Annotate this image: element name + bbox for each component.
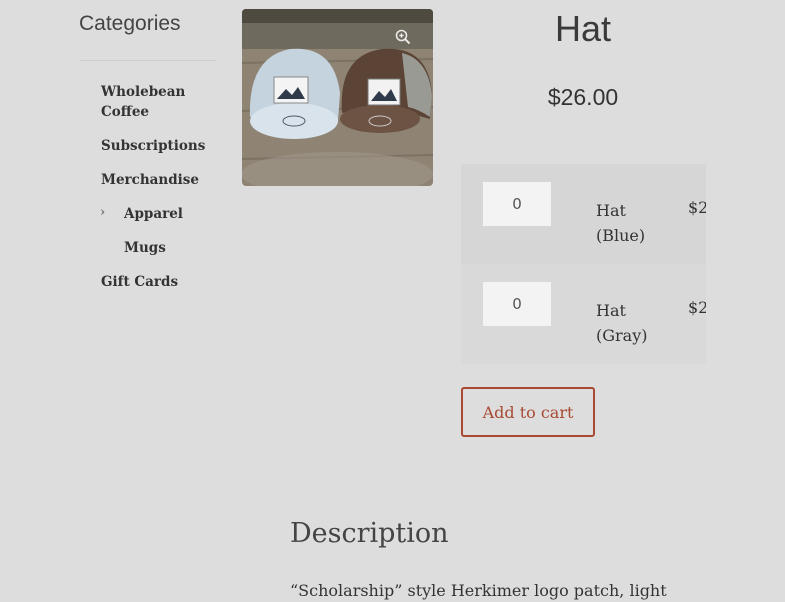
category-apparel[interactable]: › Apparel (100, 203, 221, 224)
product-price: $26.00 (547, 84, 619, 110)
category-wholebean-coffee[interactable]: Wholebean Coffee (101, 82, 221, 122)
zoom-in-icon[interactable] (395, 29, 411, 50)
category-apparel-label: Apparel (124, 206, 183, 222)
category-list: Wholebean Coffee Subscriptions Merchandi… (100, 82, 221, 306)
quantity-input[interactable] (483, 282, 551, 326)
category-gift-cards[interactable]: Gift Cards (101, 272, 221, 292)
variant-row: Hat (Gray) $26.00 (461, 264, 706, 364)
variant-table: Hat (Blue) $26.00 Hat (Gray) $26.00 (461, 164, 706, 364)
variant-price: $26.00 (688, 298, 706, 317)
chevron-right-icon[interactable]: › (100, 203, 105, 223)
variant-price: $26.00 (688, 198, 706, 217)
variant-name: Hat (Gray) (596, 301, 648, 345)
categories-heading: Categories (79, 12, 181, 35)
product-title: Hat (554, 8, 612, 49)
description-heading: Description (290, 518, 449, 549)
categories-divider (80, 60, 216, 61)
description-text: “Scholarship” style Herkimer logo patch,… (290, 581, 667, 600)
category-subscriptions[interactable]: Subscriptions (101, 136, 221, 156)
category-mugs[interactable]: Mugs (101, 238, 221, 258)
variant-name: Hat (Blue) (596, 201, 646, 245)
quantity-input[interactable] (483, 182, 551, 226)
add-to-cart-button[interactable]: Add to cart (461, 387, 595, 437)
product-image[interactable] (242, 9, 433, 186)
category-merchandise[interactable]: Merchandise (101, 170, 221, 190)
variant-row: Hat (Blue) $26.00 (461, 164, 706, 264)
